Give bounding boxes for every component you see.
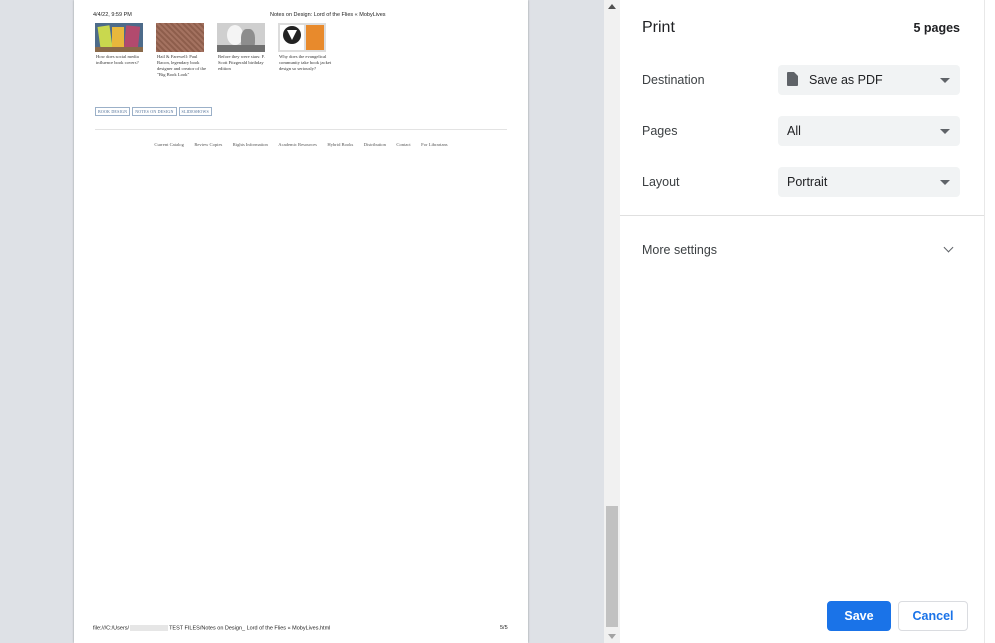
page-footer-number: 5/5 xyxy=(500,625,508,631)
footer-link: For Librarians xyxy=(421,142,448,147)
dropdown-arrow-icon xyxy=(940,78,950,83)
cancel-button[interactable]: Cancel xyxy=(898,601,968,631)
settings-divider xyxy=(620,215,984,216)
document-icon xyxy=(787,72,798,86)
chevron-down-icon[interactable] xyxy=(943,242,954,253)
footer-link: Hybrid Books xyxy=(327,142,354,147)
tag-slideshows: SLIDESHOWS xyxy=(178,107,212,116)
book-covers-thumbnail xyxy=(95,23,143,52)
dropdown-arrow-icon xyxy=(940,129,950,134)
more-settings-toggle[interactable]: More settings xyxy=(642,243,717,257)
window-edge xyxy=(984,0,995,643)
footer-link: Distribution xyxy=(363,142,386,147)
scrollbar-thumb[interactable] xyxy=(606,506,618,627)
destination-select[interactable]: Save as PDF xyxy=(778,65,960,95)
preview-scrollbar[interactable] xyxy=(604,0,620,643)
fitzgerald-thumbnail xyxy=(217,23,265,52)
preview-page: 4/4/22, 9:59 PM Notes on Design: Lord of… xyxy=(74,0,528,643)
redacted-username xyxy=(130,625,169,631)
related-post: Hail & Farewell: Paul Bacon, legendary b… xyxy=(156,23,210,78)
print-preview-area: 4/4/22, 9:59 PM Notes on Design: Lord of… xyxy=(0,0,604,643)
layout-label: Layout xyxy=(642,175,680,189)
print-settings-panel: Print 5 pages Destination Save as PDF Pa… xyxy=(620,0,984,643)
footer-link: Review Copies xyxy=(194,142,223,147)
related-post-caption: Hail & Farewell: Paul Bacon, legendary b… xyxy=(157,54,206,77)
layout-value: Portrait xyxy=(787,175,828,189)
destination-label: Destination xyxy=(642,73,705,87)
footer-path-end: TEST FILES/Notes on Design_ Lord of the … xyxy=(169,625,331,632)
scroll-down-arrow-icon[interactable] xyxy=(608,634,616,639)
evangelical-jacket-thumbnail xyxy=(278,23,326,52)
related-post: Why does the evangelical community take … xyxy=(278,23,332,72)
page-count: 5 pages xyxy=(913,21,960,35)
related-post-caption: Before they were stars: F. Scott Fitzger… xyxy=(218,54,265,71)
page-header-title: Notes on Design: Lord of the Flies « Mob… xyxy=(270,12,386,18)
related-post-caption: How does social media influence book cov… xyxy=(96,54,139,65)
pages-label: Pages xyxy=(642,124,678,138)
footer-link: Rights Information xyxy=(232,142,268,147)
related-post: How does social media influence book cov… xyxy=(95,23,149,66)
site-footer-links: Current Catalog Review Copies Rights Inf… xyxy=(74,133,528,151)
page-footer-path: file:///C:/Users/TEST FILES/Notes on Des… xyxy=(93,625,330,631)
pages-select[interactable]: All xyxy=(778,116,960,146)
related-post: Before they were stars: F. Scott Fitzger… xyxy=(217,23,271,72)
dropdown-arrow-icon xyxy=(940,180,950,185)
tag-notes-on-design: NOTES ON DESIGN xyxy=(132,107,177,116)
footer-link: Academic Resources xyxy=(278,142,317,147)
footer-path-start: file:///C:/Users/ xyxy=(93,625,130,632)
paul-bacon-thumbnail xyxy=(156,23,204,52)
print-title: Print xyxy=(642,19,675,36)
pages-value: All xyxy=(787,124,801,138)
tag-book-design: BOOK DESIGN xyxy=(95,107,131,116)
destination-value: Save as PDF xyxy=(809,73,883,87)
scroll-up-arrow-icon[interactable] xyxy=(608,4,616,9)
page-divider xyxy=(95,129,507,130)
footer-link: Current Catalog xyxy=(154,142,184,147)
related-post-caption: Why does the evangelical community take … xyxy=(279,54,332,71)
post-tags: BOOK DESIGN NOTES ON DESIGN SLIDESHOWS xyxy=(95,107,212,116)
page-header-datetime: 4/4/22, 9:59 PM xyxy=(93,12,132,18)
layout-select[interactable]: Portrait xyxy=(778,167,960,197)
save-button[interactable]: Save xyxy=(827,601,891,631)
footer-link: Contact xyxy=(396,142,411,147)
